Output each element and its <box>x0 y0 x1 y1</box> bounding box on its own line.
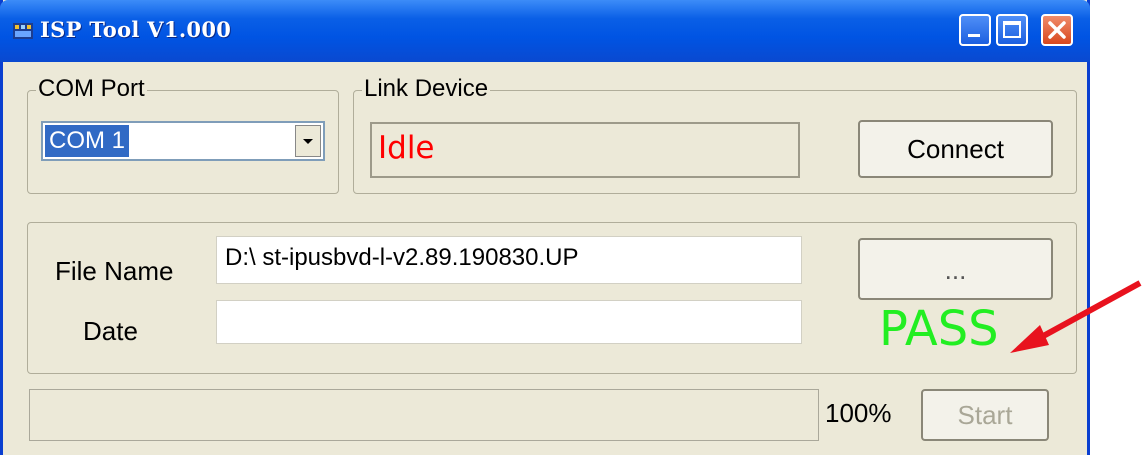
close-icon <box>1048 21 1066 39</box>
file-name-field[interactable]: D:\ st-ipusbvd-l-v2.89.190830.UP <box>216 236 802 284</box>
link-device-label: Link Device <box>362 75 491 103</box>
window-title: ISP Tool V1.000 <box>40 17 232 42</box>
browse-button-label: ... <box>944 255 967 285</box>
start-button[interactable]: Start <box>921 389 1049 441</box>
com-port-label: COM Port <box>36 75 147 103</box>
com-port-select[interactable]: COM 1 <box>41 121 325 161</box>
isp-tool-window: ISP Tool V1.000 COM Port COM 1 Link Devi… <box>0 0 1090 455</box>
close-button[interactable] <box>1041 14 1073 46</box>
minimize-button[interactable] <box>959 14 991 46</box>
title-bar[interactable]: ISP Tool V1.000 <box>0 0 1090 62</box>
date-label: Date <box>83 316 138 346</box>
dropdown-button[interactable] <box>295 125 321 157</box>
maximize-icon <box>1003 21 1021 38</box>
browse-button[interactable]: ... <box>858 238 1053 300</box>
chevron-down-icon <box>303 139 313 144</box>
minimize-icon <box>968 34 980 37</box>
progress-bar <box>29 389 819 441</box>
connect-button[interactable]: Connect <box>858 120 1053 178</box>
link-status-box: Idle <box>370 122 800 178</box>
connect-button-label: Connect <box>907 134 1004 164</box>
start-button-label: Start <box>957 400 1013 430</box>
link-status-text: Idle <box>378 130 435 166</box>
file-name-value: D:\ st-ipusbvd-l-v2.89.190830.UP <box>225 244 579 271</box>
app-icon <box>13 23 33 39</box>
com-port-selected-value: COM 1 <box>45 125 130 157</box>
result-text: PASS <box>879 301 999 357</box>
progress-percent: 100% <box>825 398 892 428</box>
progress-fill <box>30 390 818 440</box>
file-name-label: File Name <box>55 256 174 286</box>
maximize-button[interactable] <box>996 14 1028 46</box>
date-field[interactable] <box>216 300 802 344</box>
